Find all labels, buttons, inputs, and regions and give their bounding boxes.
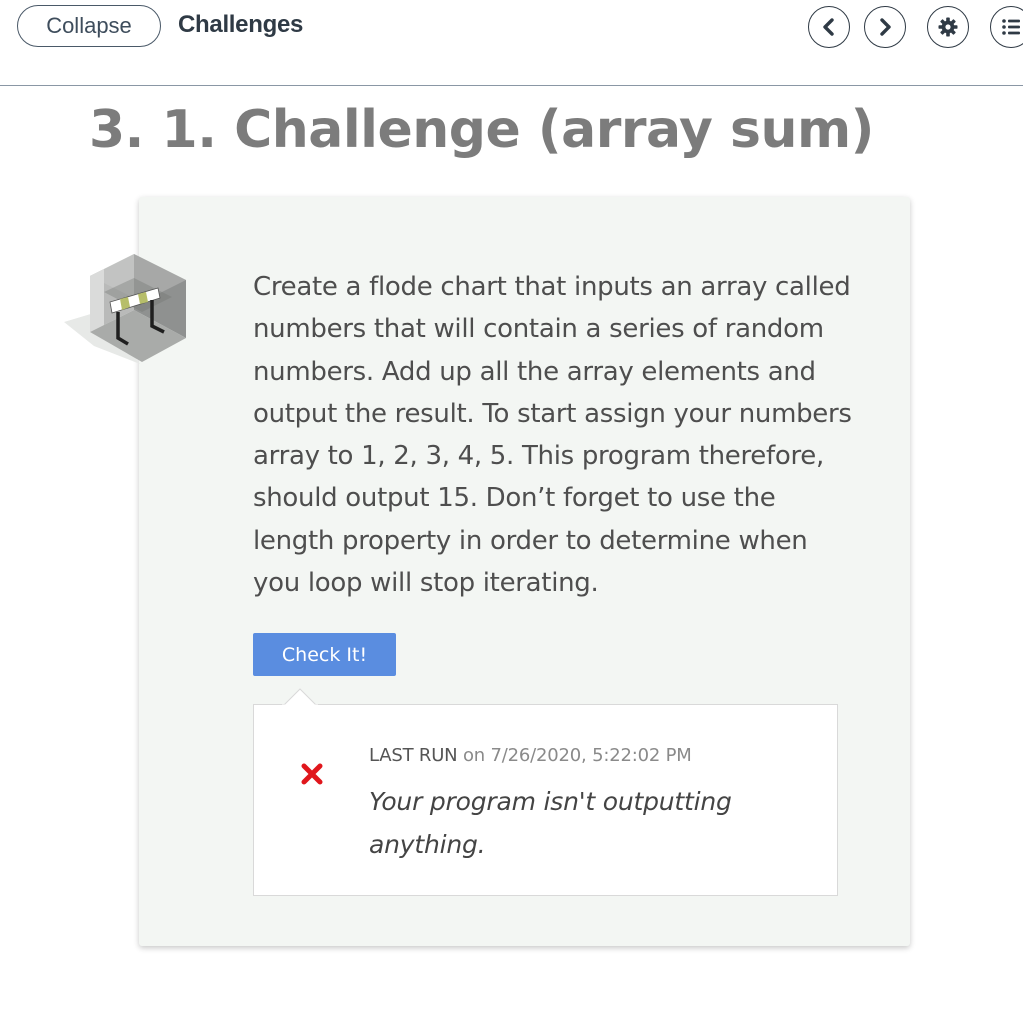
top-toolbar: Collapse Challenges	[0, 0, 1023, 86]
gear-icon	[937, 16, 959, 38]
settings-button[interactable]	[927, 6, 969, 48]
chevron-left-icon	[820, 18, 838, 36]
section-title: Challenges	[178, 11, 304, 38]
last-run-info: LAST RUN on 7/26/2020, 5:22:02 PM	[369, 745, 692, 766]
hurdle-cube-icon	[64, 252, 190, 364]
chevron-right-icon	[876, 18, 894, 36]
previous-button[interactable]	[808, 6, 850, 48]
close-icon	[300, 762, 324, 786]
last-run-on: on	[462, 745, 486, 766]
collapse-button[interactable]: Collapse	[17, 5, 161, 47]
table-of-contents-button[interactable]	[990, 6, 1023, 48]
page-title: 3. 1. Challenge (array sum)	[89, 100, 874, 160]
next-button[interactable]	[864, 6, 906, 48]
list-icon	[1000, 16, 1022, 38]
last-run-timestamp: 7/26/2020, 5:22:02 PM	[490, 745, 692, 766]
result-message: Your program isn't outputting anything.	[369, 787, 732, 859]
challenge-description: Create a flode chart that inputs an arra…	[253, 272, 852, 599]
last-run-label: LAST RUN	[369, 745, 458, 766]
check-it-button[interactable]: Check It!	[253, 633, 396, 676]
